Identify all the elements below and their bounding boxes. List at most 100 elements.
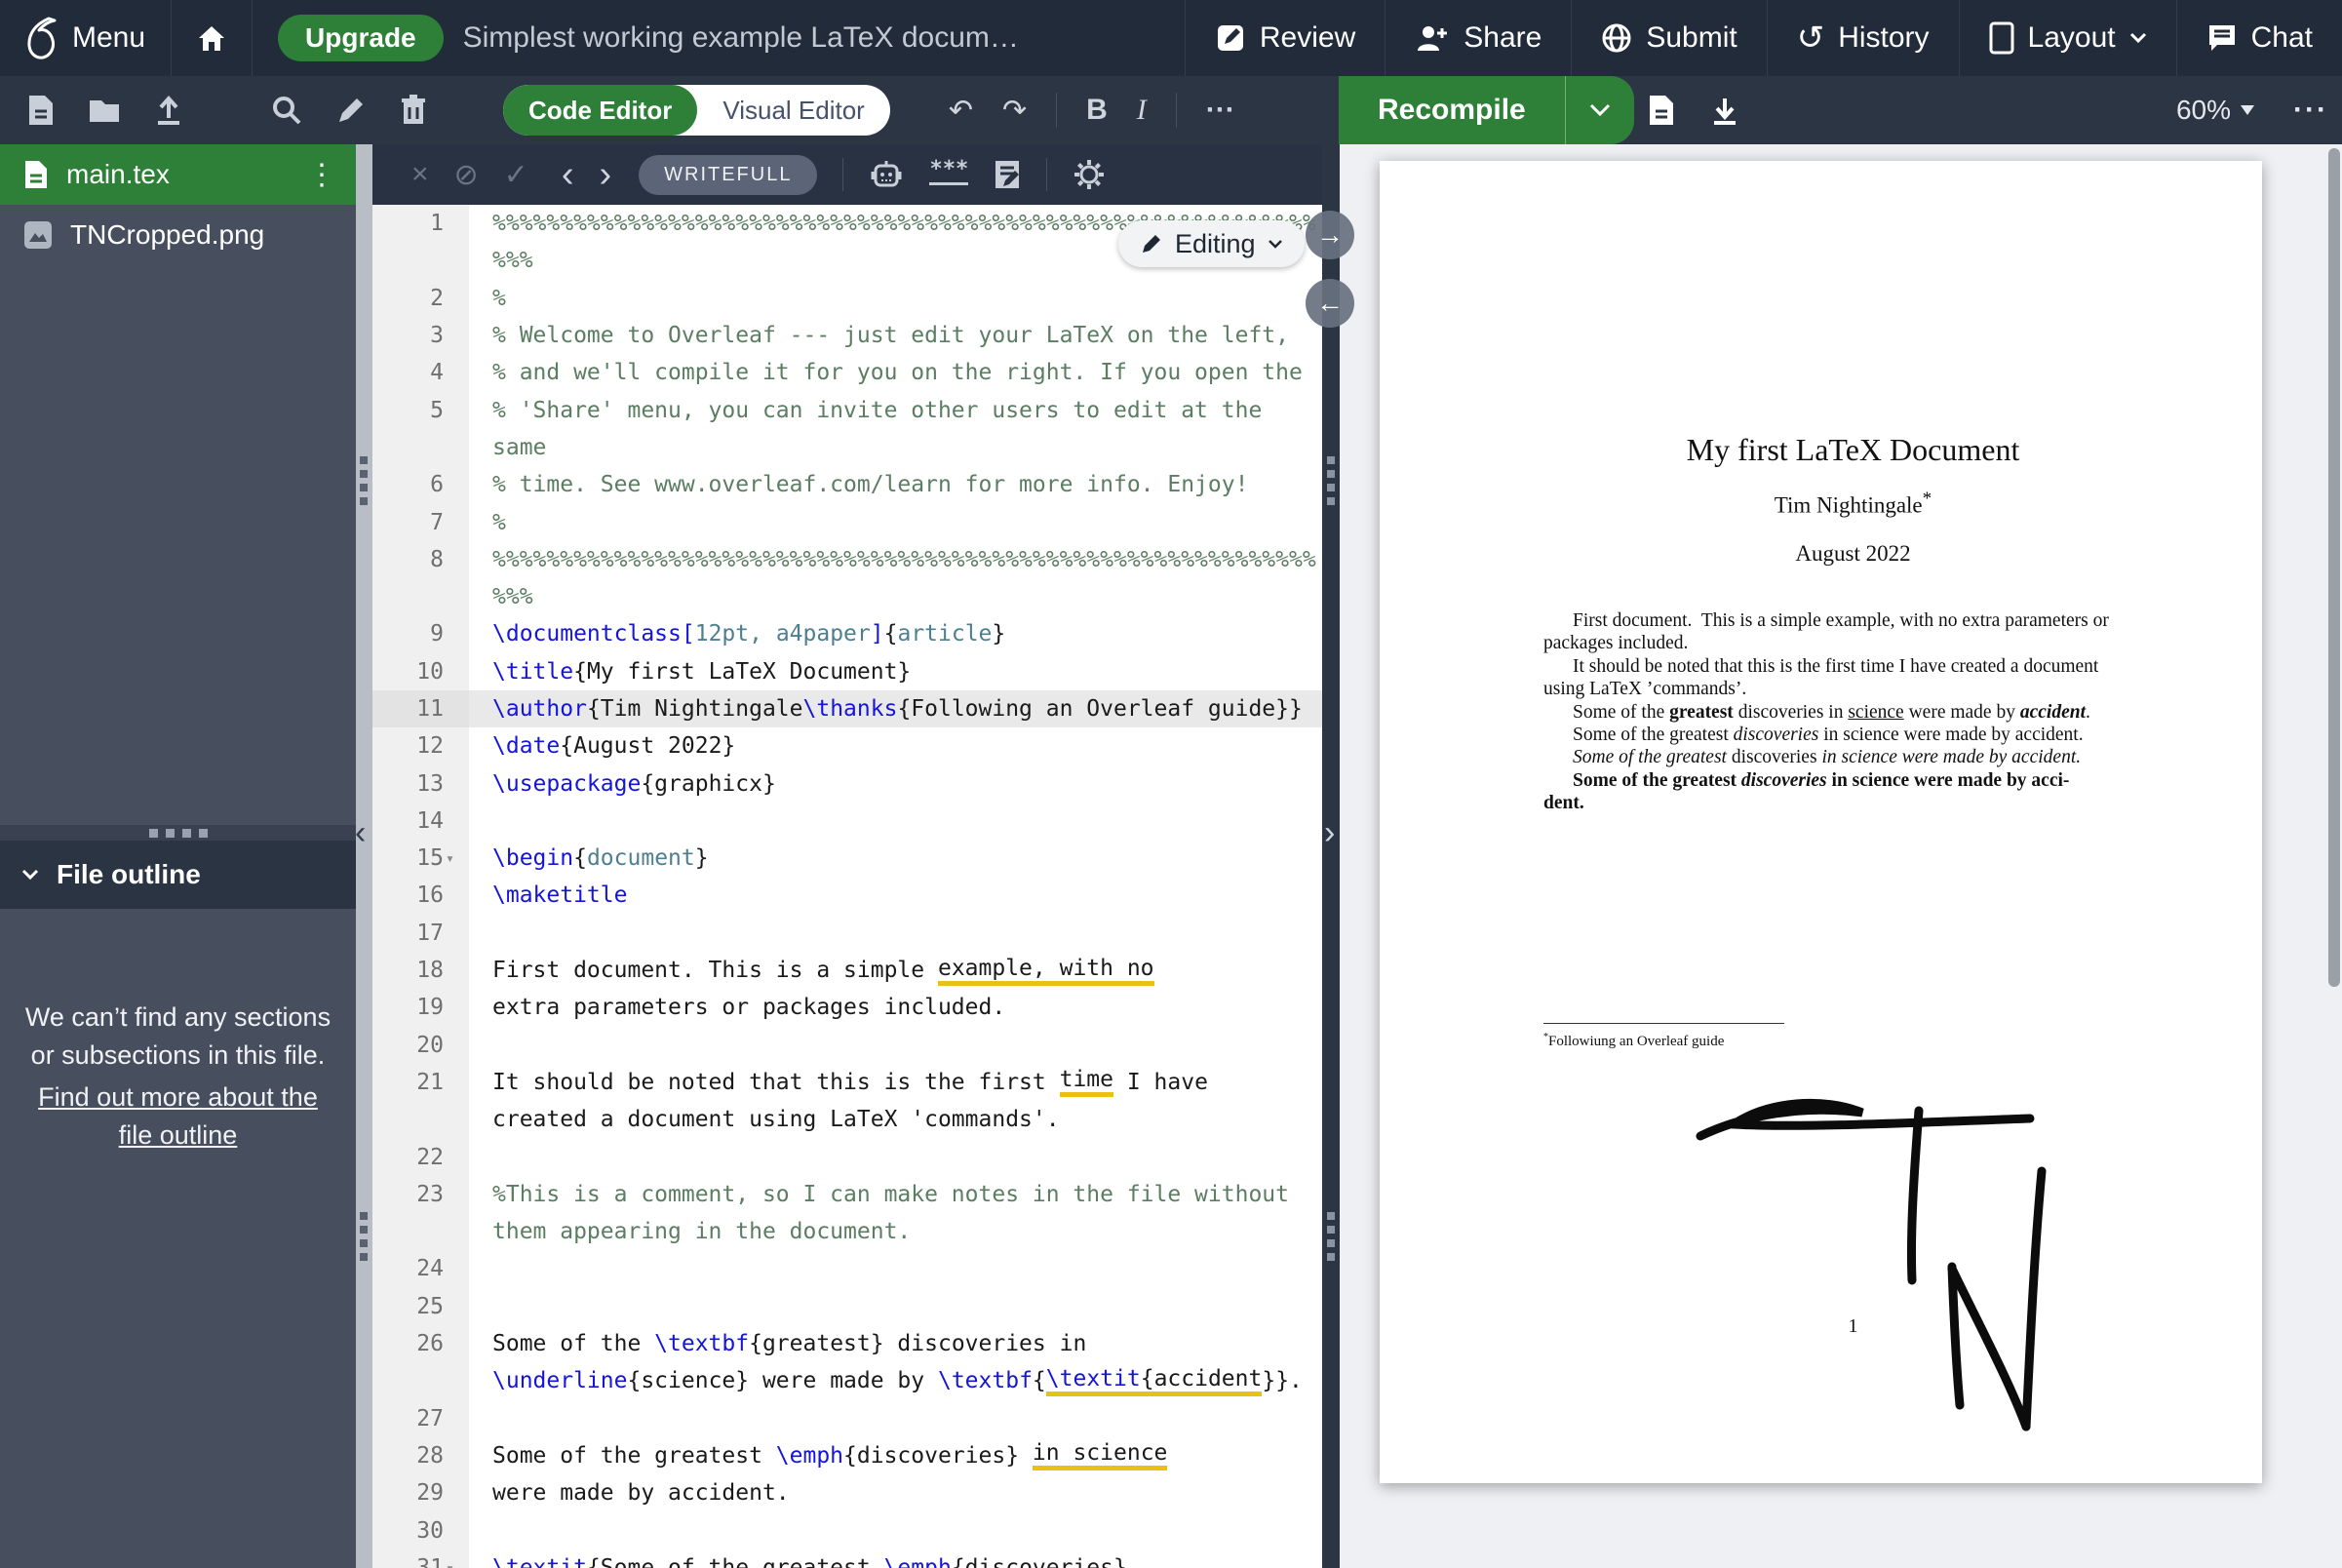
accept-change-icon[interactable]: ✓ [504,158,528,192]
pdf-text-line: Some of the greatest discoveries in scie… [1573,747,2082,768]
pdf-scrollbar[interactable] [2328,148,2340,987]
kebab-menu-icon[interactable]: ⋮ [293,158,350,192]
writefull-doc-icon[interactable] [994,159,1021,190]
code-line[interactable]: same [372,428,1322,467]
code-line[interactable]: 4% and we'll compile it for you on the r… [372,354,1322,392]
code-line[interactable]: 26 Some of the \textbf {greatest} discover… [372,1324,1322,1363]
review-button[interactable]: Review [1184,0,1385,76]
new-file-icon[interactable] [27,94,55,127]
code-line[interactable]: 6% time. See www.overleaf.com/learn for … [372,466,1322,504]
code-line[interactable]: created a document using LaTeX 'commands… [372,1101,1322,1139]
layout-button[interactable]: Layout [1958,0,2176,76]
recompile-dropdown[interactable] [1564,76,1634,144]
code-line[interactable]: 28 Some of the greatest \emph {discoveries… [372,1436,1322,1475]
code-line[interactable]: 2% [372,279,1322,317]
rename-pencil-icon[interactable] [335,95,367,126]
code-line[interactable]: 11 \author {Tim Nightingale \thanks {Followi… [372,689,1322,728]
sidebar-editor-divider[interactable]: ‹ [355,144,372,1568]
more-tools-button[interactable]: ··· [1206,94,1235,127]
line-number: 28 [372,1436,469,1475]
history-button[interactable]: ↺ History [1766,0,1959,76]
new-folder-icon[interactable] [88,97,121,124]
code-line[interactable]: 19 extra parameters or packages included. [372,989,1322,1027]
share-button[interactable]: Share [1385,0,1571,76]
prev-suggestion-icon[interactable]: ‹ [562,156,574,193]
code-line[interactable]: 25 [372,1287,1322,1325]
file-row-tncropped-png[interactable]: TNCropped.png [0,205,356,265]
file-outline-header[interactable]: File outline [0,841,356,909]
code-line[interactable]: 15 ▾ \begin{document} [372,840,1322,878]
file-name: main.tex [66,159,170,189]
code-line[interactable]: 24 [372,1250,1322,1288]
chat-button[interactable]: Chat [2175,0,2342,76]
code-line[interactable]: 10 \title {My first LaTeX Document} [372,652,1322,690]
undo-icon[interactable]: ↶ [949,94,973,128]
code-line[interactable]: 13 \usepackage {graphicx} [372,764,1322,803]
visual-editor-toggle[interactable]: Visual Editor [697,96,890,126]
code-line[interactable]: 31 ▾ \textit {Some of the greatest \emph {di… [372,1548,1322,1568]
writefull-toggle[interactable]: WRITEFULL [639,154,818,195]
code-line[interactable]: 30 [372,1511,1322,1549]
editing-mode-dropdown[interactable]: Editing [1118,220,1305,267]
outline-resize-handle[interactable] [0,825,356,841]
line-number: 25 [372,1287,469,1325]
code-line[interactable]: \underline {science} were made by \textbf… [372,1362,1322,1400]
zoom-control[interactable]: 60% [2176,76,2254,144]
code-line[interactable]: 18 First document. This is a simple examp… [372,951,1322,990]
search-project-icon[interactable] [271,95,302,126]
home-button[interactable] [172,0,252,76]
top-header: Menu Upgrade Simplest working example La… [0,0,2342,76]
line-number: 12 [372,727,469,765]
file-name: TNCropped.png [70,219,265,250]
ai-robot-icon[interactable] [869,158,904,191]
redo-icon[interactable]: ↷ [1002,94,1027,128]
code-line[interactable]: 21 It should be noted that this is the fi… [372,1063,1322,1102]
outline-help-link[interactable]: Find out more about the file outline [23,1078,332,1155]
file-row-main-tex[interactable]: main.tex ⋮ [0,144,356,205]
paraphrase-icon[interactable]: *** [929,158,969,185]
recompile-button[interactable]: Recompile [1339,76,1565,144]
code-line[interactable]: 29 were made by accident. [372,1474,1322,1512]
code-line[interactable]: 20 [372,1026,1322,1064]
code-editor-toggle[interactable]: Code Editor [503,85,698,136]
divider-handle[interactable] [1327,456,1335,505]
code-line[interactable]: 22 [372,1138,1322,1176]
bold-button[interactable]: B [1086,94,1108,127]
divider-handle[interactable] [360,1212,368,1261]
divider-handle[interactable] [1327,1212,1335,1261]
gear-icon[interactable] [1073,158,1106,191]
pdf-overflow-menu[interactable]: ··· [2293,76,2328,144]
move-to-editor-button[interactable]: ← [1306,279,1354,328]
italic-button[interactable]: I [1137,94,1147,127]
upgrade-button[interactable]: Upgrade [278,15,444,61]
move-to-pdf-button[interactable]: → [1306,211,1354,259]
collapse-sidebar-icon[interactable]: ‹ [355,816,366,849]
reject-change-icon[interactable]: × [411,158,429,191]
collapse-pdf-icon[interactable]: › [1324,816,1335,849]
menu-button[interactable]: Menu [0,0,171,76]
code-line[interactable]: 14 [372,802,1322,841]
code-line[interactable]: 16 \maketitle [372,877,1322,915]
submit-button[interactable]: Submit [1571,0,1766,76]
divider-handle[interactable] [360,456,368,505]
trash-icon[interactable] [400,95,427,126]
code-line[interactable]: 7% [372,503,1322,541]
code-line[interactable]: 8%%%%%%%%%%%%%%%%%%%%%%%%%%%%%%%%%%%%%%%… [372,540,1322,578]
code-line[interactable]: 9 \documentclass[12pt, a4paper]{article} [372,615,1322,653]
view-logs-icon[interactable] [1648,94,1675,127]
next-suggestion-icon[interactable]: › [599,156,611,193]
project-title[interactable]: Simplest working example LaTeX docum… [463,21,1185,55]
block-suggestion-icon[interactable]: ⊘ [454,158,479,192]
code-line[interactable]: 5% 'Share' menu, you can invite other us… [372,391,1322,429]
code-line[interactable]: 17 [372,914,1322,952]
caret-down-icon [2241,105,2254,115]
upload-icon[interactable] [154,95,183,126]
code-line[interactable]: %%% [372,577,1322,616]
code-line[interactable]: 12 \date {August 2022} [372,727,1322,765]
download-pdf-icon[interactable] [1710,95,1739,126]
code-line[interactable]: 3% Welcome to Overleaf --- just edit you… [372,316,1322,355]
editor-pdf-divider[interactable]: › [1322,144,1340,1568]
code-line[interactable]: 27 [372,1399,1322,1437]
code-line[interactable]: 23 %This is a comment, so I can make note… [372,1175,1322,1214]
code-line[interactable]: them appearing in the document. [372,1213,1322,1251]
